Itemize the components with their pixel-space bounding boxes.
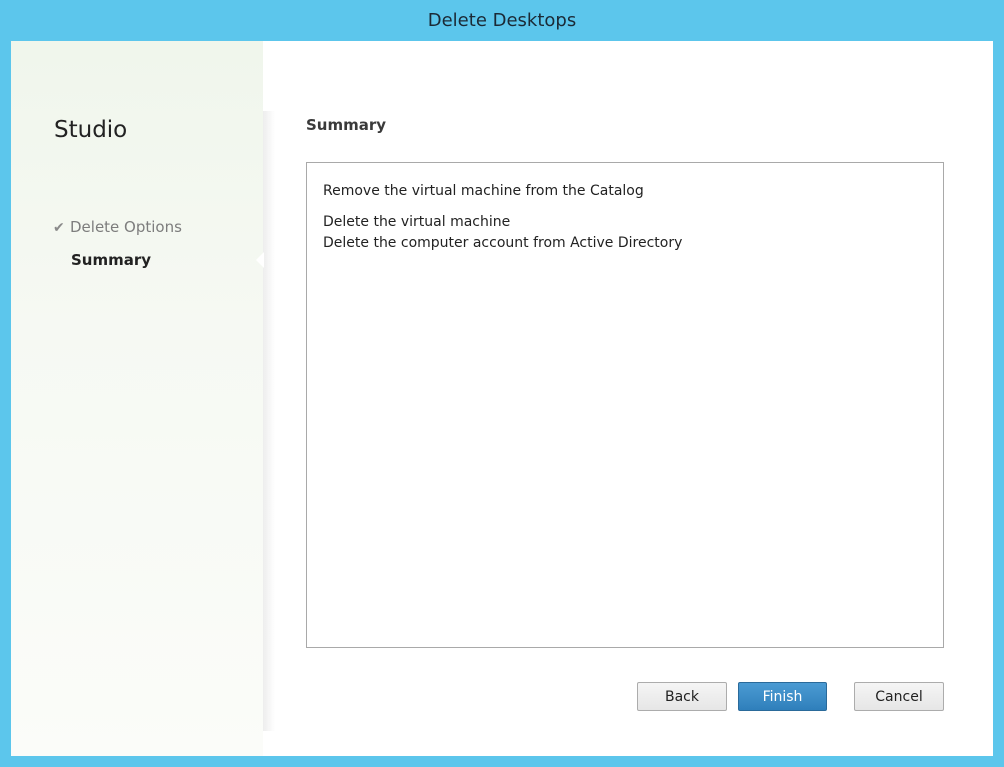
- window-title: Delete Desktops: [427, 10, 577, 31]
- summary-line: Delete the computer account from Active …: [323, 235, 683, 251]
- wizard-sidebar: Studio ✔ Delete Options Summary: [11, 41, 275, 756]
- dialog-window: Delete Desktops Studio ✔ Delete Options S…: [0, 0, 1004, 767]
- summary-box: Remove the virtual machine from the Cata…: [306, 162, 944, 648]
- checkmark-icon: ✔: [53, 220, 65, 236]
- step-summary-label: Summary: [71, 251, 152, 269]
- current-step-pointer: [256, 252, 264, 268]
- cancel-button[interactable]: Cancel: [854, 682, 944, 711]
- finish-button[interactable]: Finish: [738, 682, 827, 711]
- back-button[interactable]: Back: [637, 682, 727, 711]
- dialog-client-area: Studio ✔ Delete Options Summary Summary R…: [11, 41, 993, 756]
- summary-line: Remove the virtual machine from the Cata…: [323, 183, 644, 199]
- page-title: Summary: [306, 116, 387, 134]
- step-summary: Summary: [71, 251, 151, 269]
- summary-line: Delete the virtual machine: [323, 214, 511, 230]
- studio-brand-title: Studio: [54, 117, 128, 143]
- step-delete-options-label: Delete Options: [70, 218, 182, 236]
- step-delete-options[interactable]: ✔ Delete Options: [53, 218, 182, 236]
